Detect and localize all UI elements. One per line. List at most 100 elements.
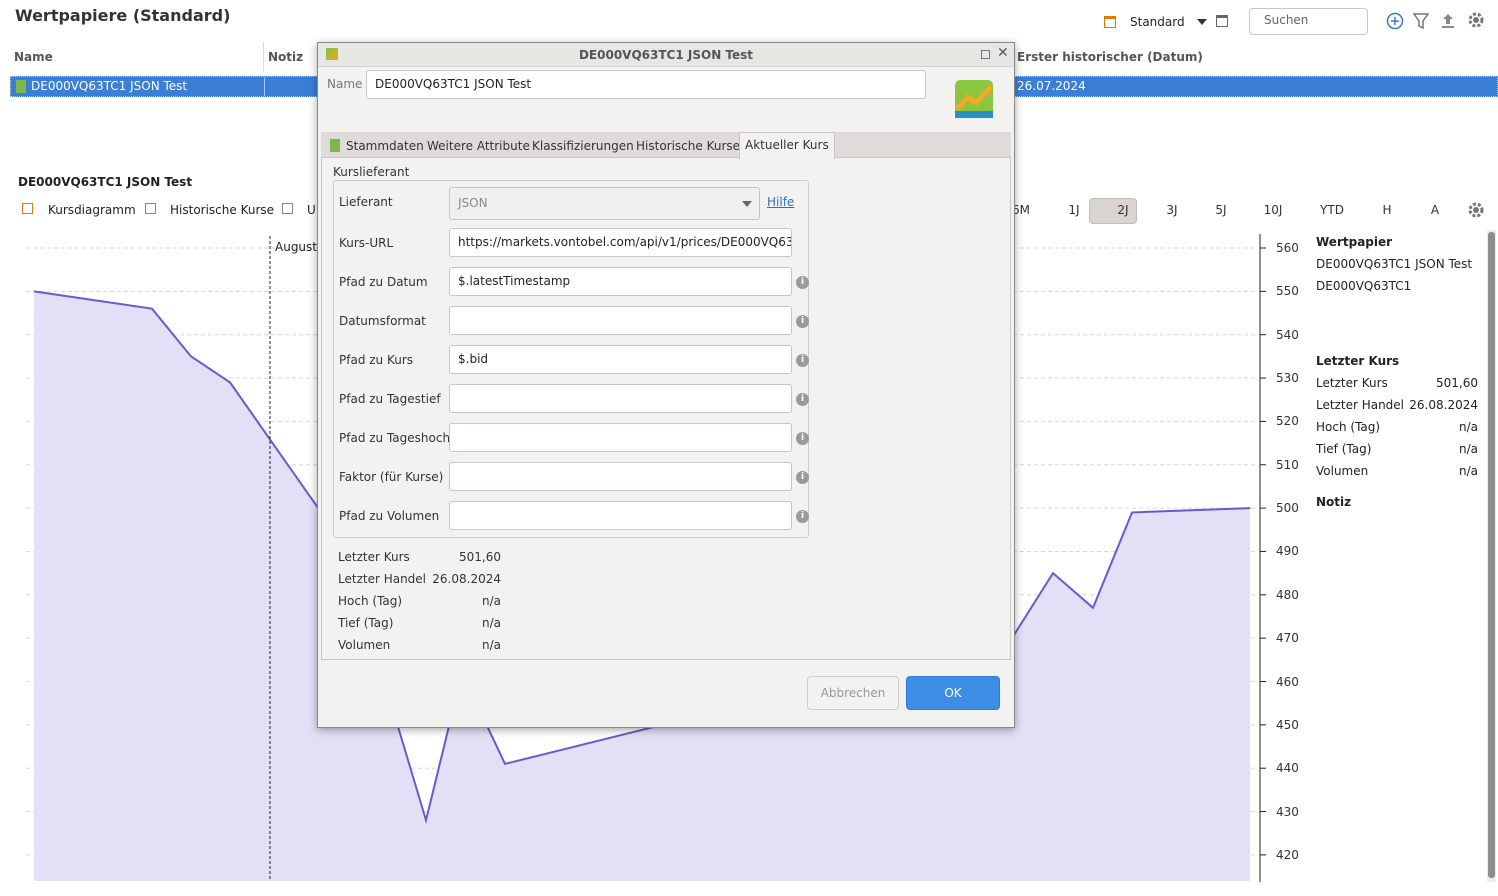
- column-first-historic[interactable]: Erster historischer (Datum): [1017, 42, 1203, 72]
- field-label: Datumsformat: [339, 314, 426, 328]
- price-point: [425, 819, 427, 821]
- price-point: [1092, 607, 1094, 609]
- field-input[interactable]: [449, 306, 792, 335]
- field-input[interactable]: [449, 423, 792, 452]
- scrollbar[interactable]: [1488, 232, 1495, 878]
- y-tick-label: 450: [1276, 717, 1299, 732]
- y-tick-label: 550: [1276, 284, 1299, 299]
- info-icon[interactable]: i: [796, 354, 809, 367]
- tab-more[interactable]: U: [307, 203, 316, 217]
- info-row-label: Letzter Kurs: [1316, 376, 1388, 390]
- security-icon: [16, 80, 26, 93]
- info-icon[interactable]: i: [796, 315, 809, 328]
- filter-icon[interactable]: [1412, 12, 1430, 33]
- info-row-label: Tief (Tag): [1316, 442, 1372, 456]
- info-row-value: 26.08.2024: [1409, 398, 1478, 412]
- tab-aktueller-kurs[interactable]: Aktueller Kurs: [739, 132, 835, 159]
- price-point: [308, 494, 310, 496]
- field-label: Pfad zu Volumen: [339, 509, 440, 523]
- range-h[interactable]: H: [1372, 203, 1402, 217]
- y-tick-label: 540: [1276, 327, 1299, 342]
- field-input[interactable]: [449, 384, 792, 413]
- provider-select[interactable]: JSON: [449, 187, 760, 220]
- tab-historische-kurse[interactable]: Historische Kurse: [636, 134, 740, 158]
- info-icon[interactable]: i: [796, 393, 809, 406]
- price-point: [151, 308, 153, 310]
- summary-label: Tief (Tag): [338, 616, 394, 630]
- page-title: Wertpapiere (Standard): [15, 6, 231, 25]
- field-label: Pfad zu Tagestief: [339, 392, 441, 406]
- add-icon[interactable]: [1386, 12, 1404, 33]
- range-a[interactable]: A: [1420, 203, 1450, 217]
- field-input[interactable]: https://markets.vontobel.com/api/v1/pric…: [449, 228, 792, 257]
- field-input[interactable]: $.latestTimestamp: [449, 267, 792, 296]
- tab-klassifizierungen[interactable]: Klassifizierungen: [532, 134, 634, 158]
- chevron-down-icon: [742, 201, 752, 207]
- name-label: Name: [327, 77, 363, 91]
- maximize-icon[interactable]: [981, 50, 990, 59]
- chevron-down-icon: [1196, 19, 1207, 25]
- price-point: [1131, 511, 1133, 513]
- y-tick-label: 470: [1276, 631, 1299, 646]
- summary-label: Hoch (Tag): [338, 594, 403, 608]
- app-icon: [326, 48, 338, 60]
- upload-icon[interactable]: [1440, 12, 1456, 33]
- close-icon[interactable]: ✕: [997, 45, 1009, 61]
- price-point: [33, 290, 35, 292]
- summary-value: n/a: [481, 594, 501, 608]
- ok-button[interactable]: OK: [906, 676, 1000, 710]
- tab-stammdaten[interactable]: Stammdaten: [346, 134, 424, 158]
- range-5j[interactable]: 5J: [1206, 203, 1236, 217]
- export-view-icon[interactable]: [1216, 15, 1228, 27]
- tab-historische-icon: [145, 203, 156, 214]
- range-3j[interactable]: 3J: [1157, 203, 1187, 217]
- tab-weitere-attribute[interactable]: Weitere Attribute: [427, 134, 530, 158]
- y-tick-label: 440: [1276, 761, 1299, 776]
- tab-kursdiagramm[interactable]: Kursdiagramm: [48, 203, 136, 217]
- range-10j[interactable]: 10J: [1258, 203, 1288, 217]
- summary-value: n/a: [481, 616, 501, 630]
- name-input[interactable]: DE000VQ63TC1 JSON Test: [366, 70, 926, 99]
- gear-icon[interactable]: [1467, 11, 1485, 32]
- column-name[interactable]: Name: [14, 42, 53, 72]
- range-ytd[interactable]: YTD: [1317, 203, 1347, 217]
- info-row-label: Hoch (Tag): [1316, 420, 1381, 434]
- field-label: Pfad zu Tageshoch: [339, 431, 451, 445]
- tab-kursdiagramm-icon: [22, 203, 33, 214]
- y-tick-label: 560: [1276, 241, 1299, 255]
- price-point: [229, 381, 231, 383]
- y-tick-label: 460: [1276, 674, 1299, 689]
- field-input[interactable]: [449, 501, 792, 530]
- field-input[interactable]: $.bid: [449, 345, 792, 374]
- group-title: Kurslieferant: [331, 165, 412, 179]
- info-note-heading: Notiz: [1316, 495, 1352, 509]
- view-selector[interactable]: Standard: [1104, 12, 1207, 32]
- tab-historische-kurse[interactable]: Historische Kurse: [170, 203, 274, 217]
- summary-label: Letzter Kurs: [338, 550, 410, 564]
- price-point: [504, 763, 506, 765]
- summary-value: n/a: [481, 638, 501, 652]
- help-link[interactable]: Hilfe: [767, 195, 794, 209]
- info-icon[interactable]: i: [796, 276, 809, 289]
- y-tick-label: 480: [1276, 587, 1299, 602]
- chart-settings-icon[interactable]: [1467, 201, 1485, 222]
- info-icon[interactable]: i: [796, 510, 809, 523]
- price-point: [190, 355, 192, 357]
- search-input[interactable]: Suchen: [1249, 8, 1368, 35]
- field-label: Pfad zu Kurs: [339, 353, 414, 367]
- cancel-button[interactable]: Abbrechen: [807, 676, 899, 710]
- field-label: Pfad zu Datum: [339, 275, 428, 289]
- y-tick-label: 520: [1276, 414, 1299, 429]
- y-tick-label: 500: [1276, 501, 1299, 516]
- dialog-title: DE000VQ63TC1 JSON Test: [318, 43, 1014, 67]
- stammdaten-icon: [330, 139, 340, 152]
- y-tick-label: 420: [1276, 847, 1299, 862]
- field-input[interactable]: [449, 462, 792, 491]
- range-2j[interactable]: 2J: [1108, 203, 1138, 217]
- info-row-value: n/a: [1458, 464, 1478, 478]
- info-icon[interactable]: i: [796, 471, 809, 484]
- summary-value: 26.08.2024: [432, 572, 501, 586]
- range-1j[interactable]: 1J: [1059, 203, 1089, 217]
- column-note[interactable]: Notiz: [268, 42, 303, 72]
- info-icon[interactable]: i: [796, 432, 809, 445]
